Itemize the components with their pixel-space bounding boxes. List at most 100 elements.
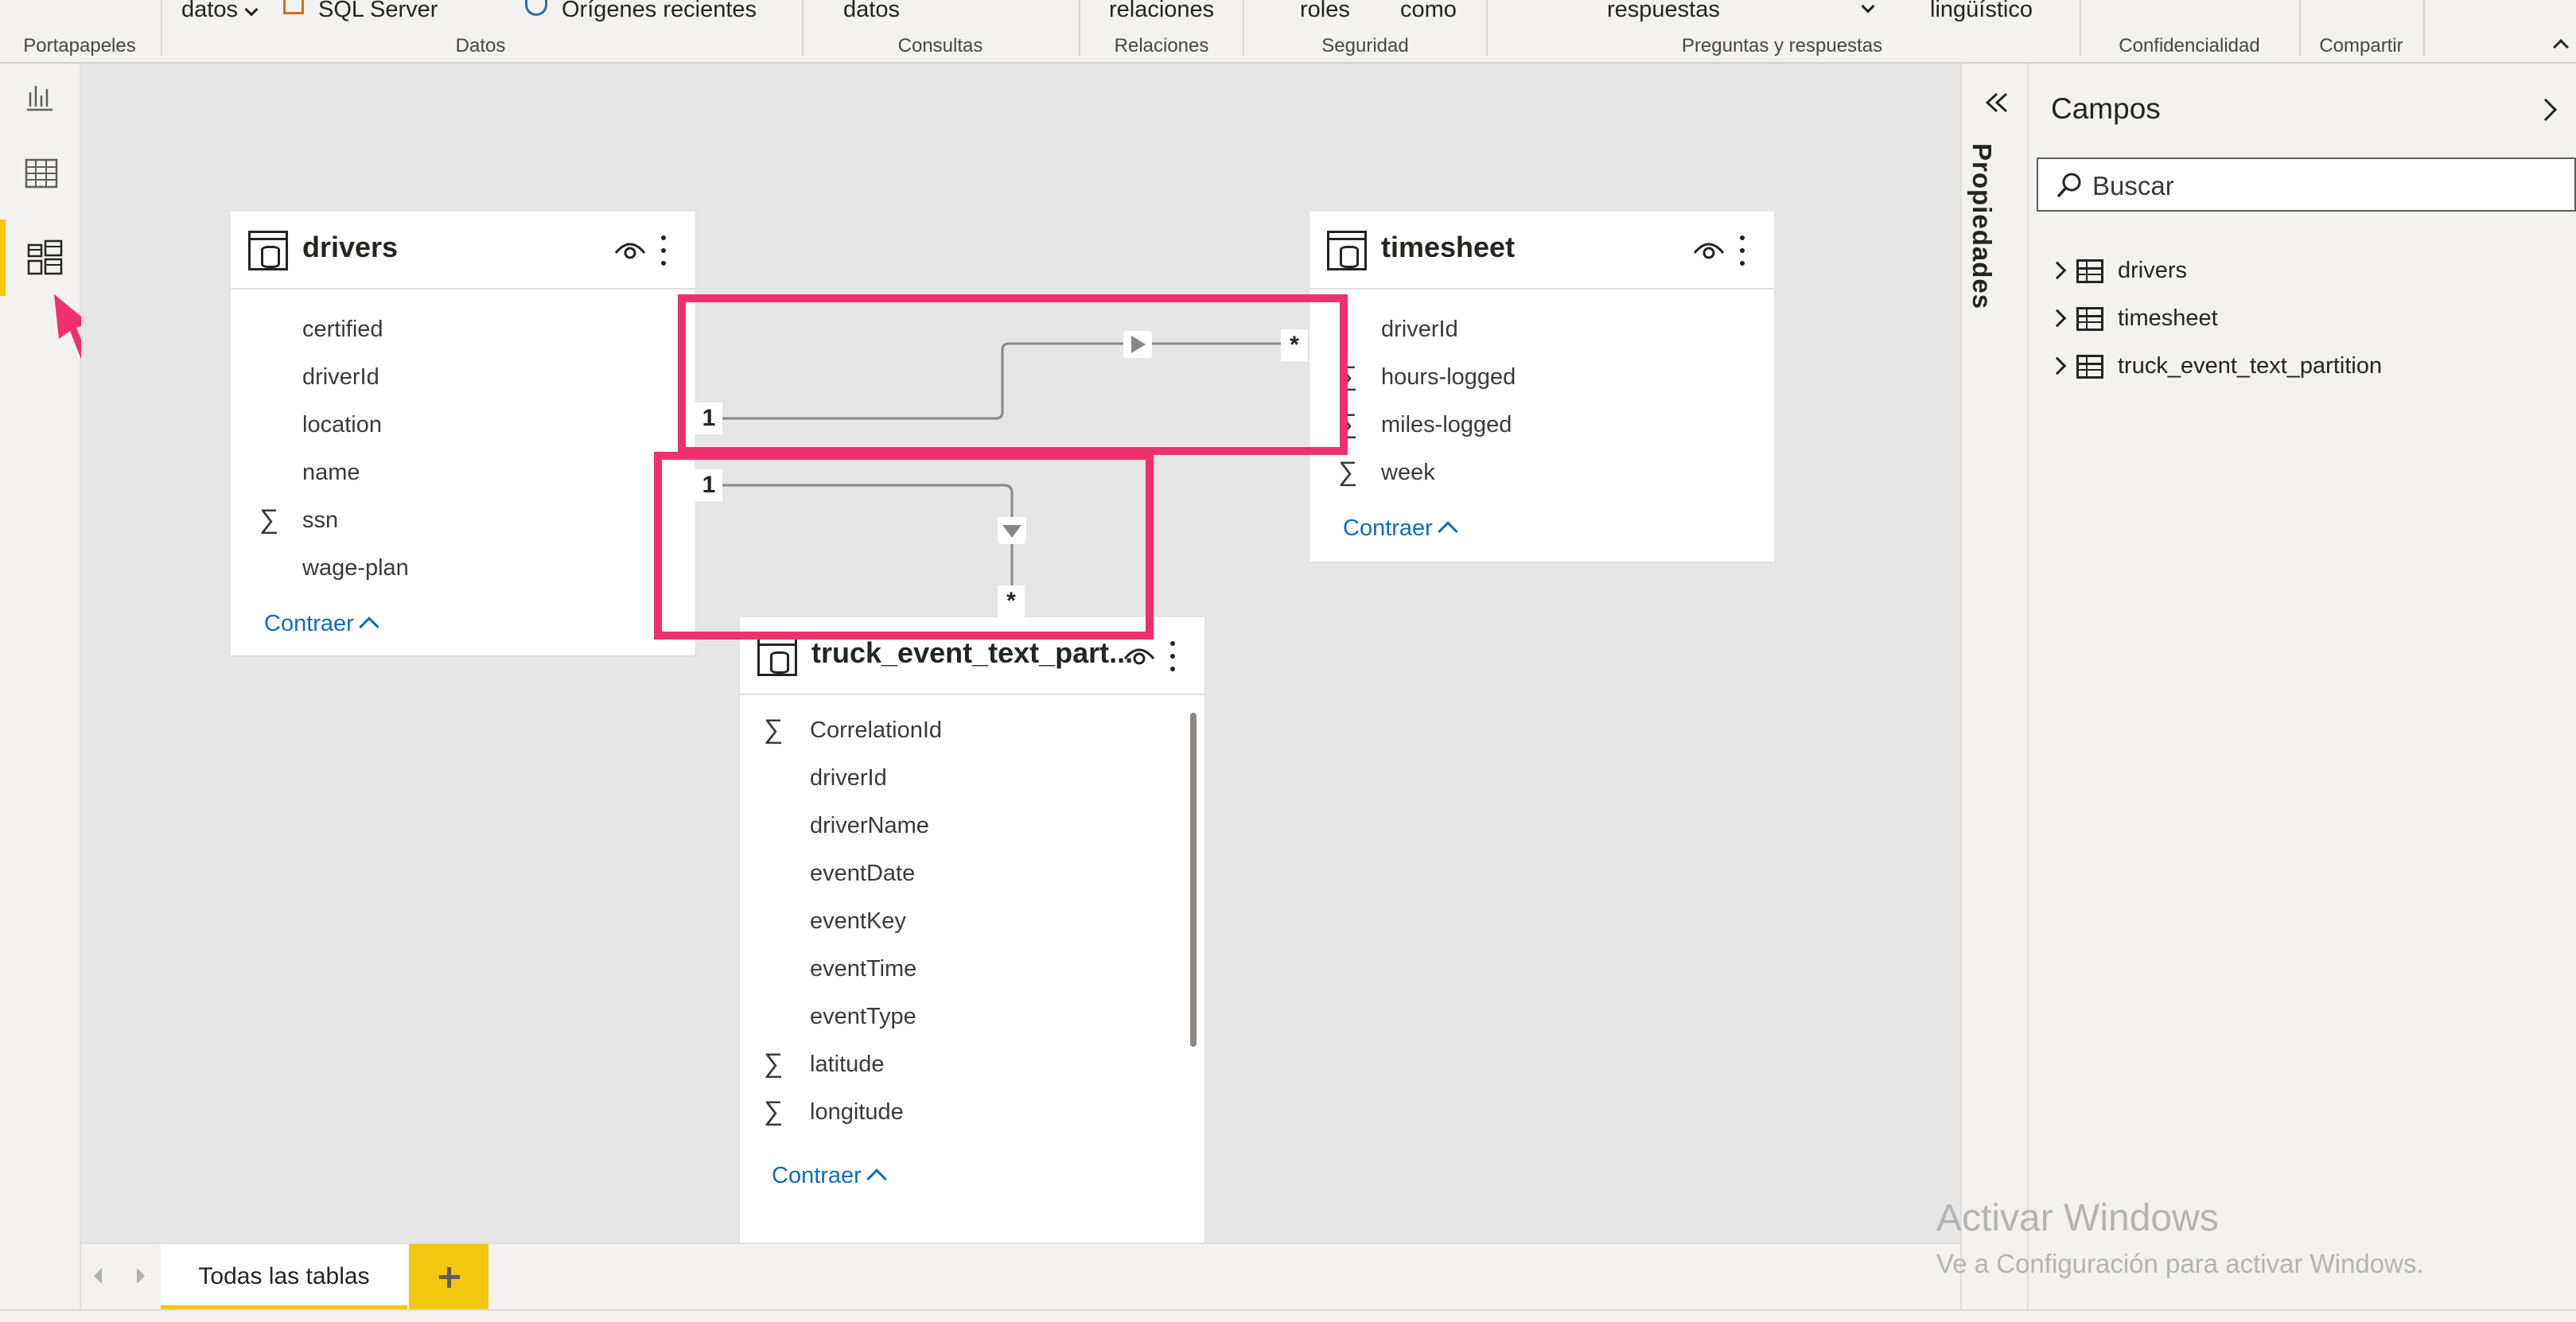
divider: [1243, 0, 1244, 56]
divider: [1079, 0, 1080, 56]
model-canvas[interactable]: drivers certified driverId location name…: [81, 64, 1960, 1277]
highlight-box: [654, 452, 1154, 640]
ribbon-item-sql-server[interactable]: SQL Server: [318, 0, 438, 23]
sum-icon: ∑: [1338, 457, 1358, 487]
more-options-icon[interactable]: [1166, 638, 1179, 675]
chevron-down-icon[interactable]: [1861, 0, 1875, 14]
chevron-right-icon[interactable]: [2534, 98, 2558, 122]
chevron-right-icon[interactable]: [2048, 261, 2067, 280]
eye-icon[interactable]: [614, 237, 646, 264]
scrollbar[interactable]: [1190, 713, 1197, 1047]
table-card-drivers[interactable]: drivers certified driverId location name…: [231, 212, 695, 655]
ribbon-item-respuestas[interactable]: respuestas: [1607, 0, 1720, 23]
fields-tree-item[interactable]: timesheet: [2045, 299, 2554, 339]
field-item[interactable]: week: [1381, 460, 1435, 486]
tab-scroll-right-icon[interactable]: [137, 1268, 145, 1284]
table-card-timesheet[interactable]: timesheet driverId ∑ hours-logged ∑ mile…: [1309, 212, 1774, 562]
eye-icon[interactable]: [1693, 237, 1725, 264]
field-item[interactable]: driverId: [810, 765, 887, 791]
divider: [802, 0, 804, 56]
ribbon-item-como[interactable]: como: [1400, 0, 1457, 23]
collapse-ribbon-icon[interactable]: [2553, 39, 2569, 55]
collapse-link[interactable]: Contraer: [772, 1163, 887, 1189]
sum-icon: ∑: [764, 714, 784, 745]
sum-icon: ∑: [259, 504, 279, 535]
more-options-icon[interactable]: [1736, 232, 1749, 269]
data-view-icon: [25, 158, 58, 189]
chevron-right-icon[interactable]: [2048, 309, 2067, 328]
model-view-button[interactable]: [0, 220, 81, 296]
field-item[interactable]: name: [302, 460, 360, 486]
ribbon-item-recent-sources[interactable]: Orígenes recientes: [562, 0, 757, 23]
table-card-truck-event[interactable]: truck_event_text_part... ∑ CorrelationId…: [740, 617, 1204, 1277]
search-input[interactable]: [2092, 169, 2562, 204]
field-item[interactable]: driverId: [1381, 317, 1458, 343]
chevron-down-icon: [244, 2, 259, 17]
search-box[interactable]: [2037, 157, 2576, 212]
group-label-seguridad: Seguridad: [1321, 35, 1409, 56]
sql-server-icon: [283, 0, 304, 14]
collapse-label: Contraer: [772, 1163, 862, 1188]
sum-icon: ∑: [764, 1048, 784, 1079]
ribbon-item-datos[interactable]: datos: [181, 0, 238, 23]
data-view-button[interactable]: [0, 140, 81, 216]
ribbon-item-datos-2[interactable]: datos: [843, 0, 900, 23]
ribbon-item-relaciones[interactable]: relaciones: [1109, 0, 1214, 23]
field-item[interactable]: driverId: [302, 364, 379, 391]
field-item[interactable]: latitude: [810, 1052, 885, 1078]
activation-watermark-title: Activar Windows: [1936, 1197, 2219, 1239]
group-label-relaciones: Relaciones: [1114, 35, 1209, 56]
ribbon-item-roles[interactable]: roles: [1300, 0, 1350, 23]
tree-label: drivers: [2118, 258, 2188, 283]
field-item[interactable]: hours-logged: [1381, 364, 1516, 391]
chevron-right-icon[interactable]: [2048, 356, 2067, 375]
field-item[interactable]: eventType: [810, 1004, 916, 1030]
highlight-box: [678, 294, 1348, 455]
field-item[interactable]: driverName: [810, 813, 929, 839]
eye-icon[interactable]: [1123, 643, 1155, 670]
report-view-icon: [27, 86, 53, 111]
tab-all-tables[interactable]: Todas las tablas: [161, 1244, 407, 1309]
collapse-link[interactable]: Contraer: [264, 611, 379, 637]
field-item[interactable]: miles-logged: [1381, 412, 1512, 438]
field-item[interactable]: ssn: [302, 507, 338, 534]
model-view-icon: [27, 239, 63, 275]
table-card-header[interactable]: drivers: [231, 212, 695, 290]
divider: [2080, 0, 2081, 56]
sum-icon: ∑: [764, 1096, 784, 1126]
properties-label[interactable]: Propiedades: [1967, 143, 1997, 309]
expand-properties-icon[interactable]: [1981, 91, 2013, 115]
table-title: timesheet: [1381, 231, 1516, 263]
field-item[interactable]: longitude: [810, 1099, 904, 1126]
more-options-icon[interactable]: [657, 232, 670, 269]
field-item[interactable]: eventDate: [810, 861, 915, 887]
fields-tree-item[interactable]: truck_event_text_partition: [2045, 347, 2554, 387]
field-item[interactable]: location: [302, 412, 382, 438]
ribbon-item-linguistico[interactable]: lingüístico: [1930, 0, 2033, 23]
table-icon: [2076, 259, 2103, 283]
field-item[interactable]: eventKey: [810, 908, 906, 935]
recent-sources-icon: [525, 0, 547, 16]
collapse-label: Contraer: [1343, 515, 1433, 541]
table-card-header[interactable]: timesheet: [1309, 212, 1774, 290]
properties-pane-collapsed[interactable]: Propiedades: [1960, 64, 2029, 1309]
field-item[interactable]: certified: [302, 317, 383, 343]
tab-scroll-left-icon[interactable]: [94, 1268, 102, 1284]
collapse-link[interactable]: Contraer: [1343, 515, 1458, 542]
field-item[interactable]: CorrelationId: [810, 717, 942, 744]
group-label-confidencialidad: Confidencialidad: [2119, 35, 2260, 56]
table-icon: [2076, 307, 2103, 331]
fields-tree-item[interactable]: drivers: [2045, 251, 2554, 291]
tab-label: Todas las tablas: [198, 1263, 370, 1289]
report-view-button[interactable]: [0, 64, 81, 140]
table-title: truck_event_text_part...: [811, 636, 1134, 669]
ribbon: datos SQL Server Orígenes recientes dato…: [0, 0, 2576, 64]
field-item[interactable]: eventTime: [810, 956, 916, 982]
divider: [2299, 0, 2301, 56]
field-item[interactable]: wage-plan: [302, 555, 409, 581]
add-layout-button[interactable]: [409, 1244, 488, 1309]
divider: [1486, 0, 1488, 56]
tree-label: truck_event_text_partition: [2118, 353, 2383, 379]
table-icon: [248, 231, 288, 270]
collapse-label: Contraer: [264, 611, 354, 636]
